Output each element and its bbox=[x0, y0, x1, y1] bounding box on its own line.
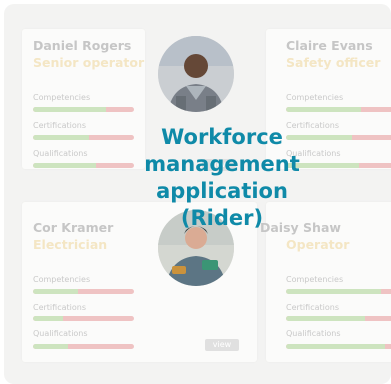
employee-role: Safety officer bbox=[286, 55, 381, 70]
certifications-bar bbox=[33, 135, 134, 140]
view-button[interactable]: view bbox=[205, 339, 239, 351]
metric-label: Certifications bbox=[33, 121, 86, 130]
bar-fill bbox=[286, 344, 385, 349]
employee-name: Daniel Rogers bbox=[33, 38, 132, 53]
metric-label: Competencies bbox=[33, 93, 91, 102]
qualifications-bar bbox=[286, 344, 391, 349]
metric-label: Qualifications bbox=[33, 149, 88, 158]
bar-fill bbox=[33, 135, 89, 140]
employee-name: Claire Evans bbox=[286, 38, 373, 53]
metric-label: Competencies bbox=[286, 93, 344, 102]
competencies-bar bbox=[33, 289, 134, 294]
metric-label: Competencies bbox=[33, 275, 91, 284]
bar-fill bbox=[286, 107, 361, 112]
competencies-bar bbox=[286, 289, 391, 294]
certifications-bar bbox=[33, 316, 134, 321]
bar-fill bbox=[286, 289, 381, 294]
employee-role: Senior operator bbox=[33, 55, 145, 70]
metric-label: Competencies bbox=[286, 275, 344, 284]
bar-fill bbox=[286, 316, 366, 321]
metric-label: Certifications bbox=[286, 303, 339, 312]
person-photo-icon bbox=[158, 36, 234, 112]
app-frame: Daniel Rogers Senior operator Competenci… bbox=[4, 4, 391, 384]
bar-fill bbox=[33, 289, 79, 294]
employee-name: Cor Kramer bbox=[33, 220, 114, 235]
employee-role: Operator bbox=[286, 237, 350, 252]
qualifications-bar bbox=[33, 163, 134, 168]
competencies-bar bbox=[286, 107, 391, 112]
metric-label: Qualifications bbox=[286, 329, 341, 338]
bar-fill bbox=[33, 163, 96, 168]
metric-label: Qualifications bbox=[33, 329, 88, 338]
employee-role: Electrician bbox=[33, 237, 108, 252]
metric-label: Certifications bbox=[33, 303, 86, 312]
certifications-bar bbox=[286, 316, 391, 321]
bar-fill bbox=[33, 316, 64, 321]
bar-fill bbox=[33, 107, 106, 112]
competencies-bar bbox=[33, 107, 134, 112]
employee-avatar-photo bbox=[158, 36, 234, 112]
bar-fill bbox=[33, 344, 69, 349]
qualifications-bar bbox=[33, 344, 134, 349]
overlay-title: Workforce management application (Rider) bbox=[144, 125, 300, 230]
